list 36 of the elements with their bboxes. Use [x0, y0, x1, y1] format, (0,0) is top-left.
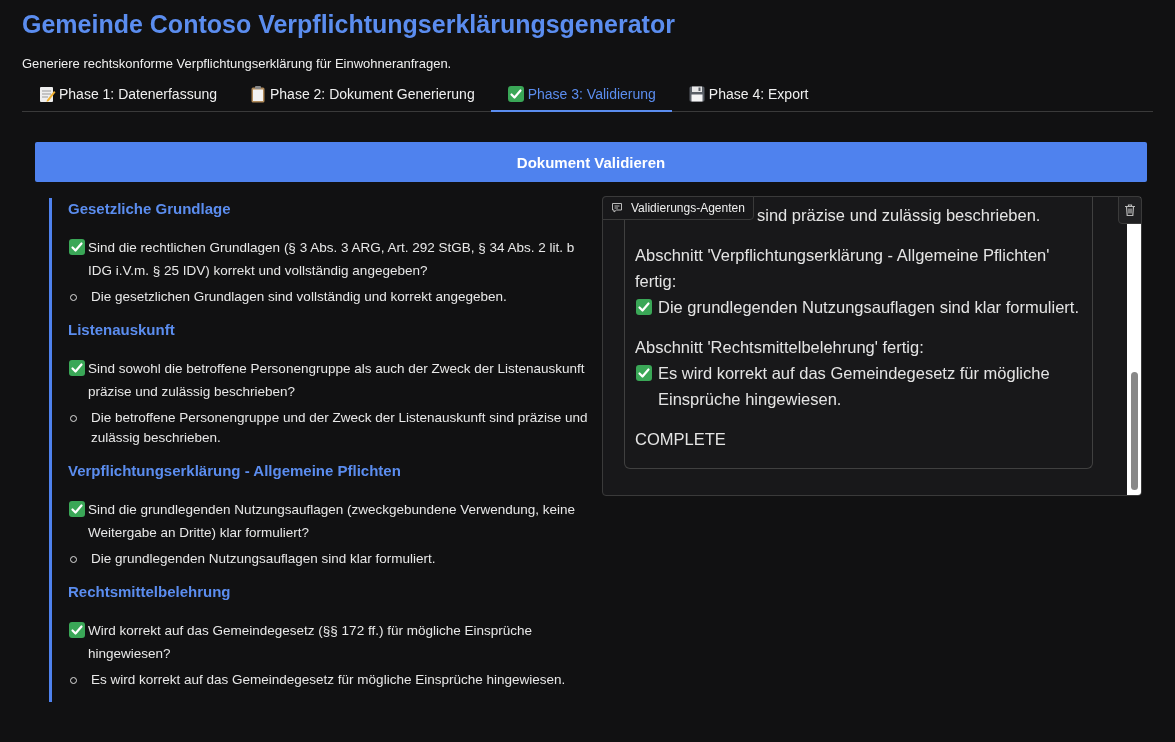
message-text: COMPLETE	[635, 429, 726, 450]
finding-text: Es wird korrekt auf das Gemeindegesetz für mögliche Einsprüche hingewiesen.	[91, 671, 566, 689]
page-subtitle: Generiere rechtskonforme Verpflichtungserklärung für Einwohneranfragen.	[22, 56, 453, 71]
finding-text: Die grundlegenden Nutzungsauflagen sind klar formuliert.	[91, 550, 436, 568]
section-heading: Rechtsmittelbelehrung	[68, 582, 232, 602]
message-text: Abschnitt 'Verpflichtungserklärung - Allgemeine Pflichten' fertig:	[635, 245, 1051, 292]
clipboard-icon	[249, 85, 267, 103]
tab[interactable]: Phase 4: Export	[671, 79, 825, 112]
message-text: Es wird korrekt auf das Gemeindegesetz für mögliche Einsprüche hingewiesen.	[658, 363, 1051, 410]
check-icon	[635, 364, 653, 382]
notepad-icon	[38, 85, 56, 103]
scrollbar-thumb[interactable]	[1130, 372, 1138, 490]
tab[interactable]: Phase 1: Datenerfassung	[22, 79, 233, 112]
section-heading: Verpflichtungserklärung - Allgemeine Pflichten	[68, 461, 402, 481]
check-icon	[635, 298, 653, 316]
message-text: sind präzise und zulässig beschrieben.	[757, 205, 1041, 226]
question-text: Sind die rechtlichen Grundlagen (§ 3 Abs. 3 ARG, Art. 292 StGB, § 34 Abs. 2 lit. b IDG i.V.m. § 25 IDV) korrekt und vollständig angegeben?	[88, 239, 576, 280]
validate-button[interactable]: Dokument Validieren	[35, 142, 1147, 182]
message-text: Abschnitt 'Rechtsmittelbelehrung' fertig:	[635, 337, 924, 358]
tab[interactable]: Phase 2: Dokument Generierung	[233, 79, 491, 112]
message-text: Die grundlegenden Nutzungsauflagen sind klar formuliert.	[658, 297, 1079, 318]
tab[interactable]: Phase 3: Validierung	[490, 79, 672, 112]
delete-button[interactable]	[1118, 196, 1142, 224]
chat-icon	[611, 202, 623, 214]
trash-icon	[1123, 203, 1137, 217]
question-text: Sind die grundlegenden Nutzungsauflagen (zweckgebundene Verwendung, keine Weitergabe an Dritte) klar formuliert?	[88, 501, 577, 542]
page-title: Gemeinde Contoso Verpflichtungserklärungsgenerator	[22, 9, 676, 40]
question-text: Sind sowohl die betroffene Personengruppe als auch der Zweck der Listenauskunft präzise und zulässig beschrieben?	[88, 360, 586, 401]
finding-text: Die gesetzlichen Grundlagen sind vollständig und korrekt angegeben.	[91, 288, 507, 306]
check-icon	[506, 85, 525, 103]
section-heading: Listenauskunft	[68, 320, 176, 340]
question-text: Wird korrekt auf das Gemeindegesetz (§§ 172 ff.) für mögliche Einsprüche hingewiesen?	[88, 622, 533, 663]
floppy-icon	[687, 85, 706, 103]
chat-label-text: Validierungs-Agenten	[631, 201, 745, 215]
section-heading: Gesetzliche Grundlage	[68, 199, 232, 219]
finding-text: Die betroffene Personengruppe und der Zweck der Listenauskunft sind präzise und zulässig beschrieben.	[91, 409, 588, 447]
